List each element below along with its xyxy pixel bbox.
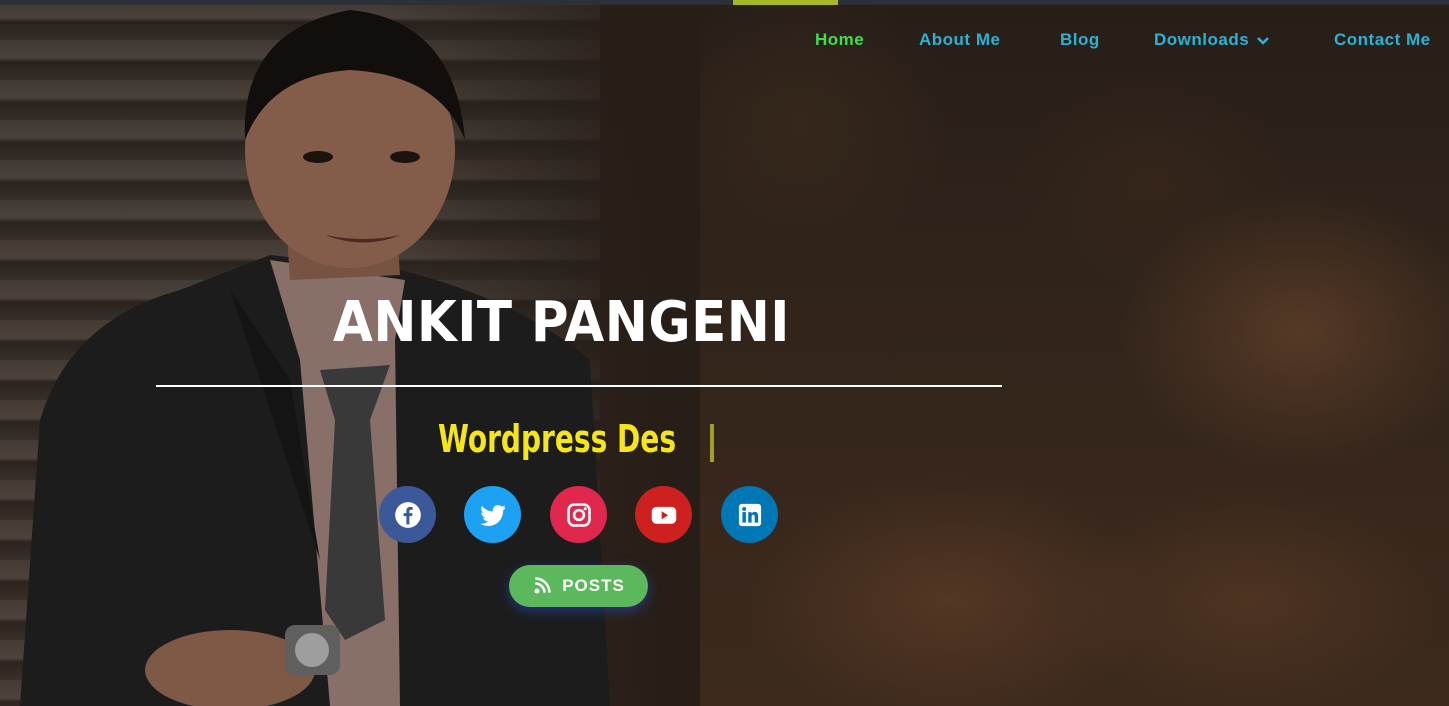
hero-divider [156,385,1002,387]
posts-button-label: POSTS [562,576,625,595]
nav-blog[interactable]: Blog [1060,30,1100,50]
posts-icon [534,577,551,594]
instagram-icon [566,502,591,527]
instagram-link[interactable] [550,486,607,543]
facebook-link[interactable] [379,486,436,543]
nav-about-me[interactable]: About Me [919,30,1000,50]
nav-contact-me[interactable]: Contact Me [1334,30,1431,50]
linkedin-link[interactable] [721,486,778,543]
chevron-down-icon [1257,36,1270,45]
facebook-icon [394,501,421,528]
posts-button[interactable]: POSTS [509,565,648,607]
nav-downloads-label: Downloads [1154,30,1250,49]
twitter-icon [479,504,506,526]
hero-name: ANKIT PANGENI [333,290,790,355]
linkedin-icon [738,503,761,526]
twitter-link[interactable] [464,486,521,543]
top-bar [0,0,1449,5]
youtube-link[interactable] [635,486,692,543]
youtube-icon [651,506,676,524]
nav-downloads[interactable]: Downloads [1154,30,1270,50]
nav-home[interactable]: Home [815,30,864,50]
typed-role: Wordpress Des [438,417,677,461]
top-accent-bar [733,0,838,5]
typing-caret [710,424,714,462]
